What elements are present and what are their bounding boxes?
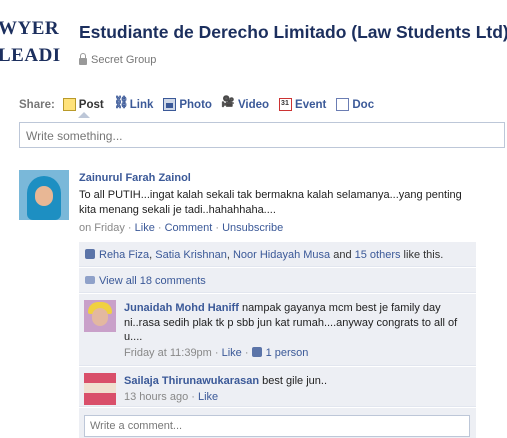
link-icon [114, 95, 129, 111]
likes-summary: Reha Fiza, Satia Krishnan, Noor Hidayah … [79, 242, 476, 267]
share-video-tab[interactable]: Video [221, 95, 270, 111]
author-avatar[interactable] [19, 170, 69, 220]
reply-row: Write a comment... [79, 408, 476, 438]
group-privacy: Secret Group [79, 53, 157, 66]
separator: · [188, 391, 198, 403]
liker-name[interactable]: Reha Fiza [99, 249, 149, 261]
share-link-label: Link [129, 98, 154, 111]
post-meta: on Friday · Like · Comment · Unsubscribe [79, 222, 283, 234]
share-post-label: Post [78, 98, 104, 111]
post-time[interactable]: on Friday [79, 222, 125, 234]
author-name[interactable]: Zainurul Farah Zainol [79, 172, 191, 184]
likes-others-link[interactable]: 15 others [355, 249, 401, 261]
comment-link[interactable]: Comment [165, 222, 213, 234]
view-all-comments[interactable]: View all 18 comments [79, 268, 476, 293]
group-title[interactable]: Estudiante de Derecho Limitado (Law Stud… [79, 22, 507, 43]
separator: · [212, 222, 223, 234]
comment-like-count[interactable]: 1 person [266, 347, 309, 359]
logo-line-2: LEADI [0, 45, 61, 66]
like-link[interactable]: Like [135, 222, 155, 234]
comment-time[interactable]: 13 hours ago [124, 391, 188, 403]
thumbs-up-icon [85, 249, 95, 259]
comment-like-link[interactable]: Like [222, 347, 242, 359]
video-icon [221, 95, 235, 111]
commenter-avatar[interactable] [84, 300, 116, 332]
comment-bubble-icon [85, 276, 95, 284]
share-doc-tab[interactable]: Doc [336, 98, 374, 111]
share-bar: Share: Post Link Photo Video Event Doc [19, 95, 384, 111]
comment-item: Junaidah Mohd Haniff nampak gayanya mcm … [79, 294, 476, 366]
share-photo-label: Photo [179, 98, 212, 111]
comment-input[interactable]: Write a comment... [84, 415, 470, 437]
likes-and: and [330, 249, 355, 261]
share-link-tab[interactable]: Link [114, 95, 154, 111]
share-post-tab[interactable]: Post [62, 98, 104, 111]
commenter-name[interactable]: Junaidah Mohd Haniff [124, 302, 239, 314]
group-logo: WYER LEADI [0, 18, 70, 68]
comment-item: Sailaja Thirunawukarasan best gile jun..… [79, 367, 476, 407]
commenter-name[interactable]: Sailaja Thirunawukarasan [124, 375, 259, 387]
liker-name[interactable]: Noor Hidayah Musa [233, 249, 330, 261]
share-video-label: Video [237, 98, 270, 111]
event-icon [279, 98, 293, 111]
comment-body: Junaidah Mohd Haniff nampak gayanya mcm … [124, 301, 469, 345]
separator: · [154, 222, 165, 234]
unsubscribe-link[interactable]: Unsubscribe [222, 222, 283, 234]
photo-icon [163, 98, 177, 111]
commenter-avatar[interactable] [84, 373, 116, 405]
share-photo-tab[interactable]: Photo [163, 98, 212, 111]
share-event-tab[interactable]: Event [279, 98, 326, 111]
comment-body: Sailaja Thirunawukarasan best gile jun.. [124, 374, 469, 389]
comment-text: best gile jun.. [259, 375, 327, 387]
liker-name[interactable]: Satia Krishnan [155, 249, 227, 261]
post-icon [62, 98, 76, 111]
view-all-comments-link[interactable]: View all 18 comments [99, 275, 206, 287]
comment-meta: Friday at 11:39pm · Like · 1 person [124, 347, 308, 359]
lock-icon [79, 53, 87, 65]
logo-line-1: WYER [0, 18, 60, 39]
thumbs-up-icon [251, 347, 262, 357]
post-text: To all PUTIH...ingat kalah sekali tak be… [79, 189, 462, 216]
separator: · [211, 347, 222, 359]
separator: · [241, 347, 252, 359]
comment-meta: 13 hours ago · Like [124, 391, 218, 403]
separator: · [124, 222, 135, 234]
comment-time[interactable]: Friday at 11:39pm [124, 347, 212, 359]
share-doc-label: Doc [352, 98, 375, 111]
share-event-label: Event [295, 98, 327, 111]
likes-suffix: like this. [400, 249, 444, 261]
doc-icon [336, 98, 350, 111]
comment-like-link[interactable]: Like [198, 391, 218, 403]
share-label: Share: [19, 98, 55, 111]
composer-input[interactable]: Write something... [19, 122, 505, 148]
privacy-label: Secret Group [91, 54, 157, 66]
share-pointer [78, 112, 90, 118]
